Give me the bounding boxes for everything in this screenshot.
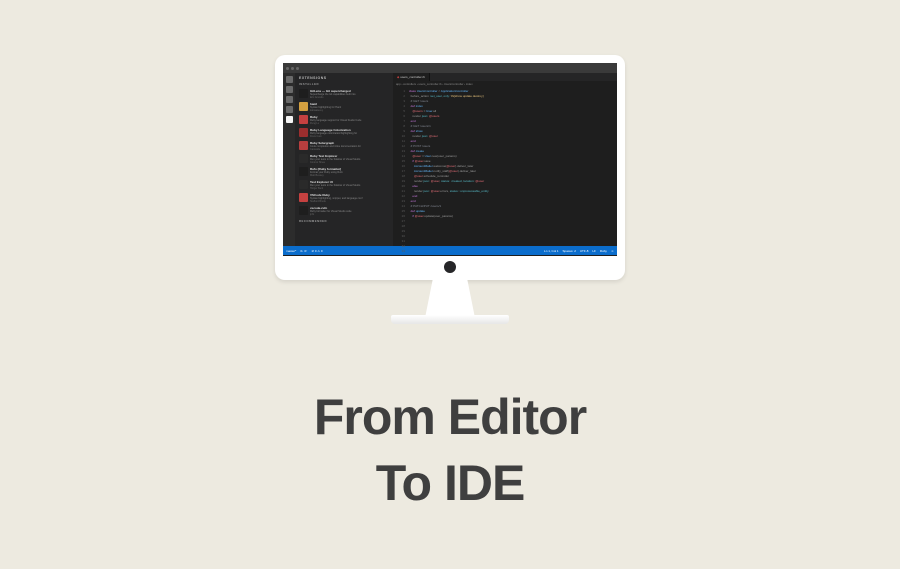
ruby-icon: ◆: [397, 75, 399, 79]
extension-author: Drew Cain: [310, 135, 389, 138]
extension-author: Matt Bessey: [310, 174, 389, 177]
extension-author: Peng Lv: [310, 122, 389, 125]
extension-icon: [299, 167, 308, 176]
breadcrumb: app › controllers › users_controller.rb …: [393, 81, 476, 87]
extension-icon: [299, 193, 308, 202]
extension-item: Test Explorer UIRun your tests in the Si…: [297, 178, 391, 191]
extension-item: vscode-rufoRuby formatter for Visual Stu…: [297, 204, 391, 217]
extension-item: Ruby Language ColorizationRuby language …: [297, 126, 391, 139]
code-editor: ◆ users_controller.rb app › controllers …: [393, 73, 617, 246]
vscode-screenshot: EXTENSIONS INSTALLED GitLens — Git super…: [283, 63, 617, 256]
files-icon: [286, 76, 293, 83]
status-item: Ruby: [600, 249, 607, 253]
search-icon: [286, 86, 293, 93]
extension-item: Ruby Test ExplorerRun your tests in the …: [297, 152, 391, 165]
power-button-icon: [444, 261, 456, 273]
activity-bar: [283, 73, 295, 246]
code-area: class UsersController < ApplicationContr…: [407, 87, 617, 246]
editor-tabs: ◆ users_controller.rb: [393, 73, 617, 81]
monitor-bezel: EXTENSIONS INSTALLED GitLens — Git super…: [275, 55, 625, 280]
extension-author: jnbt: [310, 213, 389, 216]
extension-icon: [299, 115, 308, 124]
window-titlebar: [283, 63, 617, 73]
extension-icon: [299, 102, 308, 111]
extension-item: GitLens — Git superchargedSupercharge th…: [297, 87, 391, 100]
debug-icon: [286, 106, 293, 113]
status-item: 0↓ 0↑: [300, 249, 307, 253]
status-item: Ln 1, Col 1: [544, 249, 559, 253]
extension-author: Stafford Brunk: [310, 200, 389, 203]
extensions-sidebar: EXTENSIONS INSTALLED GitLens — Git super…: [295, 73, 393, 246]
extension-icon: [299, 89, 308, 98]
extension-author: Connor Shea: [310, 161, 389, 164]
extension-author: kalitaalexey: [310, 109, 389, 112]
status-item: ☺: [611, 249, 614, 253]
extension-item: Ruby SolargraphCode completion and inlin…: [297, 139, 391, 152]
computer-monitor: EXTENSIONS INSTALLED GitLens — Git super…: [275, 55, 625, 335]
extension-item: VSCode RubySyntax highlighting, snippet,…: [297, 191, 391, 204]
extension-item: RubyRuby language support for Visual Stu…: [297, 113, 391, 126]
status-item: LF: [592, 249, 596, 253]
extension-icon: [299, 206, 308, 215]
extension-icon: [299, 180, 308, 189]
extension-item: hamlSyntax highlighting for Hamlkalitaal…: [297, 100, 391, 113]
tab-label: users_controller.rb: [400, 75, 425, 79]
monitor-stand-neck: [422, 277, 478, 319]
status-left: master* 0↓ 0↑ ⊘ 0 ⚠ 0: [286, 249, 323, 253]
extension-item: Rufo (Ruby formatter)Format your Ruby us…: [297, 165, 391, 178]
status-bar: master* 0↓ 0↑ ⊘ 0 ⚠ 0 Ln 1, Col 1 Spaces: 2…: [283, 246, 617, 255]
recommended-label: RECOMMENDED: [297, 218, 391, 224]
status-item: Spaces: 2: [563, 249, 576, 253]
extension-author: Holger Benl: [310, 187, 389, 190]
extension-author: Eric Amodio: [310, 96, 389, 99]
illustration-stage: EXTENSIONS INSTALLED GitLens — Git super…: [0, 0, 900, 569]
status-item: UTF-8: [580, 249, 589, 253]
status-right: Ln 1, Col 1 Spaces: 2 UTF-8LF Ruby ☺: [544, 249, 614, 253]
title-line-2: To IDE: [0, 454, 900, 512]
extension-author: Castwide: [310, 148, 389, 151]
extension-icon: [299, 128, 308, 137]
extensions-icon: [286, 116, 293, 123]
status-item: ⊘ 0 ⚠ 0: [312, 249, 323, 253]
monitor-stand-base: [391, 315, 509, 324]
extension-icon: [299, 154, 308, 163]
extension-icon: [299, 141, 308, 150]
git-icon: [286, 96, 293, 103]
title-line-1: From Editor: [0, 388, 900, 446]
line-numbers: 1234567891011121314151617181920212223242…: [393, 87, 407, 246]
status-item: master*: [286, 249, 296, 253]
editor-tab: ◆ users_controller.rb: [393, 73, 430, 81]
maximize-icon: [296, 67, 299, 70]
minimize-icon: [291, 67, 294, 70]
close-icon: [286, 67, 289, 70]
